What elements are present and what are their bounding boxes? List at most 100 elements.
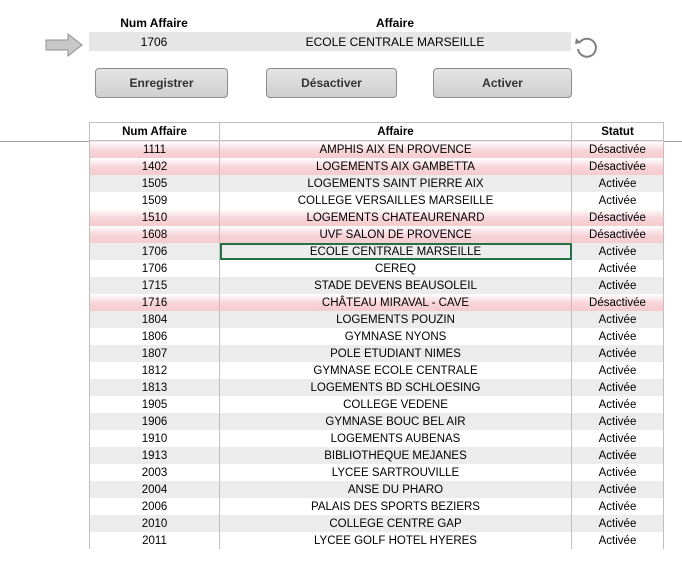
table-row[interactable]: 1807 POLE ETUDIANT NIMES Activée <box>89 345 664 362</box>
cell-affaire[interactable]: LYCEE GOLF HOTEL HYERES <box>219 532 572 549</box>
cell-num[interactable]: 1812 <box>89 362 220 379</box>
cell-statut[interactable]: Activée <box>571 192 664 209</box>
cell-affaire[interactable]: LOGEMENTS CHATEAURENARD <box>219 209 572 226</box>
cell-statut[interactable]: Activée <box>571 464 664 481</box>
cell-statut[interactable]: Activée <box>571 328 664 345</box>
table-row[interactable]: 2010 COLLEGE CENTRE GAP Activée <box>89 515 664 532</box>
table-row[interactable]: 1715 STADE DEVENS BEAUSOLEIL Activée <box>89 277 664 294</box>
cell-num[interactable]: 2006 <box>89 498 220 515</box>
cell-num[interactable]: 2003 <box>89 464 220 481</box>
cell-statut[interactable]: Désactivée <box>571 226 664 243</box>
cell-statut[interactable]: Activée <box>571 430 664 447</box>
cell-statut[interactable]: Activée <box>571 498 664 515</box>
save-button[interactable]: Enregistrer <box>95 68 228 98</box>
table-row[interactable]: 1608 UVF SALON DE PROVENCE Désactivée <box>89 226 664 243</box>
cell-num[interactable]: 1111 <box>89 140 220 158</box>
cell-affaire[interactable]: UVF SALON DE PROVENCE <box>219 226 572 243</box>
cell-num[interactable]: 1913 <box>89 447 220 464</box>
table-row[interactable]: 1111 AMPHIS AIX EN PROVENCE Désactivée <box>89 140 664 158</box>
cell-statut[interactable]: Activée <box>571 447 664 464</box>
cell-num[interactable]: 1716 <box>89 294 220 311</box>
table-row[interactable]: 1806 GYMNASE NYONS Activée <box>89 328 664 345</box>
cell-affaire[interactable]: PALAIS DES SPORTS BEZIERS <box>219 498 572 515</box>
cell-statut[interactable]: Activée <box>571 413 664 430</box>
cell-statut[interactable]: Désactivée <box>571 209 664 226</box>
cell-affaire[interactable]: COLLEGE CENTRE GAP <box>219 515 572 532</box>
cell-statut[interactable]: Désactivée <box>571 158 664 175</box>
cell-num[interactable]: 1509 <box>89 192 220 209</box>
table-row[interactable]: 1706 CEREQ Activée <box>89 260 664 277</box>
table-row[interactable]: 1510 LOGEMENTS CHATEAURENARD Désactivée <box>89 209 664 226</box>
table-row[interactable]: 1812 GYMNASE ECOLE CENTRALE Activée <box>89 362 664 379</box>
refresh-icon[interactable] <box>573 34 599 60</box>
cell-affaire[interactable]: STADE DEVENS BEAUSOLEIL <box>219 277 572 294</box>
cell-num[interactable]: 1715 <box>89 277 220 294</box>
cell-num[interactable]: 1505 <box>89 175 220 192</box>
table-row[interactable]: 1905 COLLEGE VEDENE Activée <box>89 396 664 413</box>
cell-affaire[interactable]: LOGEMENTS AIX GAMBETTA <box>219 158 572 175</box>
cell-affaire[interactable]: CEREQ <box>219 260 572 277</box>
cell-num[interactable]: 2010 <box>89 515 220 532</box>
cell-num[interactable]: 1804 <box>89 311 220 328</box>
cell-statut[interactable]: Activée <box>571 379 664 396</box>
cell-num[interactable]: 1806 <box>89 328 220 345</box>
table-row[interactable]: 1910 LOGEMENTS AUBENAS Activée <box>89 430 664 447</box>
cell-statut[interactable]: Activée <box>571 481 664 498</box>
activate-button[interactable]: Activer <box>433 68 572 98</box>
cell-affaire[interactable]: LOGEMENTS POUZIN <box>219 311 572 328</box>
cell-affaire[interactable]: POLE ETUDIANT NIMES <box>219 345 572 362</box>
cell-statut[interactable]: Activée <box>571 345 664 362</box>
cell-affaire[interactable]: LOGEMENTS SAINT PIERRE AIX <box>219 175 572 192</box>
cell-statut[interactable]: Activée <box>571 277 664 294</box>
cell-statut[interactable]: Activée <box>571 175 664 192</box>
cell-statut[interactable]: Désactivée <box>571 294 664 311</box>
cell-affaire[interactable]: COLLEGE VEDENE <box>219 396 572 413</box>
table-row[interactable]: 1402 LOGEMENTS AIX GAMBETTA Désactivée <box>89 158 664 175</box>
cell-affaire[interactable]: GYMNASE NYONS <box>219 328 572 345</box>
cell-statut[interactable]: Désactivée <box>571 140 664 158</box>
cell-num[interactable]: 1608 <box>89 226 220 243</box>
cell-num[interactable]: 2004 <box>89 481 220 498</box>
cell-statut[interactable]: Activée <box>571 532 664 549</box>
cell-affaire[interactable]: CHÂTEAU MIRAVAL - CAVE <box>219 294 572 311</box>
table-row[interactable]: 1706 ECOLE CENTRALE MARSEILLE Activée <box>89 243 664 260</box>
cell-affaire[interactable]: LOGEMENTS AUBENAS <box>219 430 572 447</box>
table-row[interactable]: 1913 BIBLIOTHEQUE MEJANES Activée <box>89 447 664 464</box>
cell-statut[interactable]: Activée <box>571 396 664 413</box>
cell-num[interactable]: 1910 <box>89 430 220 447</box>
table-row[interactable]: 2003 LYCEE SARTROUVILLE Activée <box>89 464 664 481</box>
cell-statut[interactable]: Activée <box>571 243 664 260</box>
table-row[interactable]: 2011 LYCEE GOLF HOTEL HYERES Activée <box>89 532 664 549</box>
cell-num[interactable]: 1510 <box>89 209 220 226</box>
cell-affaire[interactable]: ECOLE CENTRALE MARSEILLE <box>219 243 572 260</box>
cell-affaire[interactable]: AMPHIS AIX EN PROVENCE <box>219 140 572 158</box>
table-row[interactable]: 1716 CHÂTEAU MIRAVAL - CAVE Désactivée <box>89 294 664 311</box>
cell-affaire[interactable]: BIBLIOTHEQUE MEJANES <box>219 447 572 464</box>
table-row[interactable]: 2004 ANSE DU PHARO Activée <box>89 481 664 498</box>
cell-affaire[interactable]: COLLEGE VERSAILLES MARSEILLE <box>219 192 572 209</box>
cell-statut[interactable]: Activée <box>571 362 664 379</box>
table-row[interactable]: 1804 LOGEMENTS POUZIN Activée <box>89 311 664 328</box>
cell-affaire[interactable]: LOGEMENTS BD SCHLOESING <box>219 379 572 396</box>
cell-num[interactable]: 1706 <box>89 243 220 260</box>
table-row[interactable]: 2006 PALAIS DES SPORTS BEZIERS Activée <box>89 498 664 515</box>
cell-num[interactable]: 1402 <box>89 158 220 175</box>
table-row[interactable]: 1505 LOGEMENTS SAINT PIERRE AIX Activée <box>89 175 664 192</box>
cell-statut[interactable]: Activée <box>571 311 664 328</box>
table-row[interactable]: 1906 GYMNASE BOUC BEL AIR Activée <box>89 413 664 430</box>
cell-affaire[interactable]: GYMNASE BOUC BEL AIR <box>219 413 572 430</box>
cell-num[interactable]: 1906 <box>89 413 220 430</box>
table-row[interactable]: 1813 LOGEMENTS BD SCHLOESING Activée <box>89 379 664 396</box>
deactivate-button[interactable]: Désactiver <box>266 68 397 98</box>
cell-affaire[interactable]: LYCEE SARTROUVILLE <box>219 464 572 481</box>
cell-num[interactable]: 2011 <box>89 532 220 549</box>
cell-statut[interactable]: Activée <box>571 515 664 532</box>
cell-affaire[interactable]: GYMNASE ECOLE CENTRALE <box>219 362 572 379</box>
cell-num[interactable]: 1905 <box>89 396 220 413</box>
cell-num[interactable]: 1807 <box>89 345 220 362</box>
cell-num[interactable]: 1813 <box>89 379 220 396</box>
table-row[interactable]: 1509 COLLEGE VERSAILLES MARSEILLE Activée <box>89 192 664 209</box>
cell-affaire[interactable]: ANSE DU PHARO <box>219 481 572 498</box>
cell-num[interactable]: 1706 <box>89 260 220 277</box>
cell-statut[interactable]: Activée <box>571 260 664 277</box>
